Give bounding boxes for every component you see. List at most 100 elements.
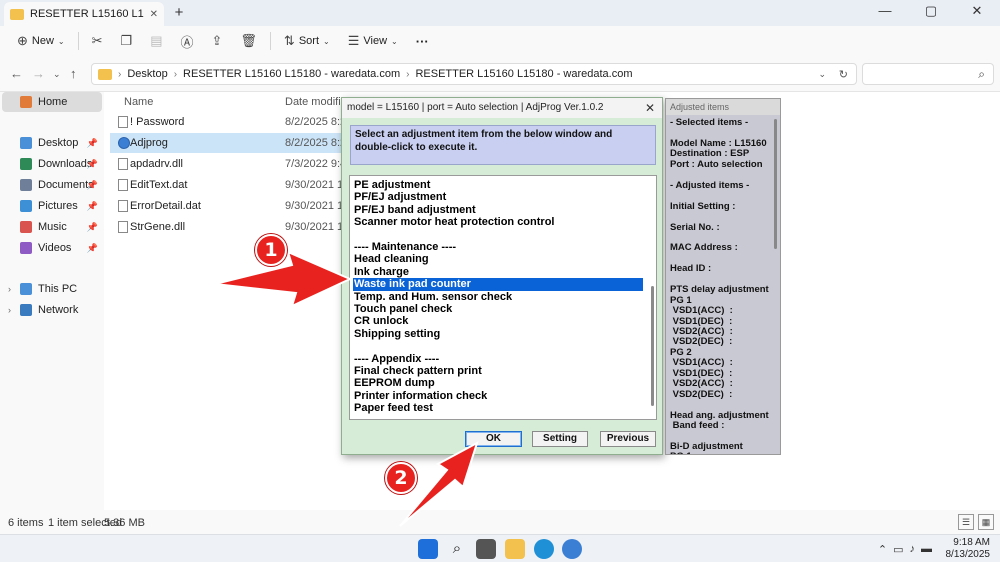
adjprog-taskbar-icon[interactable] <box>562 539 582 559</box>
delete-button[interactable]: 🗑 <box>231 28 266 54</box>
close-tab-icon[interactable]: ✕ <box>150 9 158 20</box>
view-button[interactable]: ☰ View ⌄ <box>339 28 407 54</box>
search-input[interactable]: ⌕ <box>862 63 994 85</box>
pictures-icon <box>20 200 32 212</box>
sidebar-item-label: Music <box>38 221 67 233</box>
start-icon[interactable] <box>418 539 438 559</box>
address-dropdown-icon[interactable]: ⌄ <box>818 69 826 80</box>
volume-icon[interactable]: ♪ <box>910 543 916 556</box>
cut-button[interactable]: ✂ <box>83 28 112 54</box>
explorer-tab[interactable]: RESETTER L15160 L15180 - war ✕ <box>4 2 164 26</box>
adjusted-items-scrollbar[interactable] <box>774 119 777 249</box>
list-scrollbar[interactable] <box>651 286 654 406</box>
forward-arrow-icon[interactable]: → <box>32 66 45 81</box>
sort-button[interactable]: ⇅ Sort ⌄ <box>275 28 339 54</box>
sidebar-item-desktop[interactable]: Desktop 📌 <box>0 133 104 153</box>
close-window-button[interactable]: ✕ <box>954 0 1000 26</box>
folder-icon <box>98 68 112 80</box>
chevron-right-icon[interactable]: › <box>8 305 11 315</box>
network-icon <box>20 304 32 316</box>
chevron-down-icon: ⌄ <box>323 36 330 46</box>
view-switcher: ☰ ▦ <box>958 514 994 530</box>
sidebar-item-videos[interactable]: Videos 📌 <box>0 238 104 258</box>
address-bar[interactable]: › Desktop › RESETTER L15160 L15180 - war… <box>91 63 857 85</box>
list-item[interactable]: Printer information check <box>353 390 643 403</box>
list-item[interactable]: ---- Maintenance ---- <box>353 241 643 254</box>
refresh-icon[interactable]: ↻ <box>839 68 848 81</box>
list-item[interactable]: Ink charge <box>353 266 643 279</box>
sidebar-item-music[interactable]: Music 📌 <box>0 217 104 237</box>
dialog-close-button[interactable]: ✕ <box>645 98 655 118</box>
list-item[interactable]: CR unlock <box>353 315 643 328</box>
sort-icon: ⇅ <box>283 33 295 48</box>
adjusted-line: - Adjusted items - <box>670 179 750 191</box>
clock-time: 9:18 AM <box>953 537 990 548</box>
edge-icon[interactable] <box>534 539 554 559</box>
maximize-button[interactable]: ▢ <box>908 0 954 26</box>
adjustment-item-list[interactable]: PE adjustment PF/EJ adjustment PF/EJ band … <box>349 175 657 420</box>
list-item[interactable]: Head cleaning <box>353 253 643 266</box>
paste-button[interactable]: ▤ <box>141 28 171 54</box>
list-item-selected[interactable]: Waste ink pad counter <box>353 278 643 291</box>
sidebar-item-pictures[interactable]: Pictures 📌 <box>0 196 104 216</box>
pin-icon: 📌 <box>86 200 98 211</box>
chevron-up-icon[interactable]: ⌃ <box>878 543 887 556</box>
breadcrumb-desktop[interactable]: Desktop <box>127 68 167 80</box>
details-view-icon[interactable]: ☰ <box>958 514 974 530</box>
list-item[interactable]: Paper feed test <box>353 402 643 415</box>
chevron-right-icon: › <box>118 68 122 80</box>
command-bar: ⊕ New ⌄ ✂ ❐ ▤ Ⓐ ⇪ 🗑 ⇅ Sort ⌄ ☰ View ⌄ ··… <box>0 26 1000 56</box>
sidebar-item-documents[interactable]: Documents 📌 <box>0 175 104 195</box>
ok-button[interactable]: OK <box>465 431 522 447</box>
breadcrumb-folder[interactable]: RESETTER L15160 L15180 - waredata.com <box>183 68 400 80</box>
list-item[interactable]: PF/EJ band adjustment <box>353 204 643 217</box>
new-button[interactable]: ⊕ New ⌄ <box>8 28 74 54</box>
list-item[interactable]: PF/EJ adjustment <box>353 191 643 204</box>
list-item[interactable]: Temp. and Hum. sensor check <box>353 291 643 304</box>
sidebar-item-home[interactable]: Home <box>2 92 102 112</box>
new-tab-button[interactable]: + <box>170 4 188 22</box>
sidebar-item-this-pc[interactable]: › This PC <box>0 279 104 299</box>
sidebar-item-downloads[interactable]: Downloads 📌 <box>0 154 104 174</box>
previous-button[interactable]: Previous <box>600 431 656 447</box>
more-options-button[interactable]: ··· <box>407 28 438 54</box>
list-item[interactable]: EEPROM dump <box>353 377 643 390</box>
list-item[interactable]: Touch panel check <box>353 303 643 316</box>
adjusted-line: Band feed : <box>670 420 725 432</box>
file-name: apdadrv.dll <box>130 158 183 170</box>
breadcrumb-subfolder[interactable]: RESETTER L15160 L15180 - waredata.com <box>415 68 632 80</box>
search-icon[interactable]: ⌕ <box>447 539 467 559</box>
battery-icon[interactable]: ▬ <box>921 543 932 556</box>
item-count: 6 items <box>8 517 44 529</box>
sidebar-item-label: Desktop <box>38 137 79 149</box>
rename-button[interactable]: Ⓐ <box>171 28 202 54</box>
list-item[interactable]: ---- Appendix ---- <box>353 353 643 366</box>
file-explorer-icon[interactable] <box>505 539 525 559</box>
pin-icon: 📌 <box>86 137 98 148</box>
adjusted-line: - Selected items - <box>670 117 749 128</box>
recent-chevron-icon[interactable]: ⌄ <box>53 69 61 80</box>
list-item[interactable]: PE adjustment <box>353 179 643 192</box>
clock[interactable]: 9:18 AM 8/13/2025 <box>946 537 991 561</box>
chevron-right-icon[interactable]: › <box>8 284 11 294</box>
copy-button[interactable]: ❐ <box>112 28 142 54</box>
back-arrow-icon[interactable]: ← <box>10 66 23 81</box>
up-arrow-icon[interactable]: ↑ <box>70 66 77 81</box>
display-icon[interactable]: ▭ <box>893 543 903 556</box>
list-item[interactable]: Scanner motor heat protection control <box>353 216 643 229</box>
sidebar-item-network[interactable]: › Network <box>0 300 104 320</box>
setting-button[interactable]: Setting <box>532 431 588 447</box>
tiles-view-icon[interactable]: ▦ <box>978 514 994 530</box>
window-controls: — ▢ ✕ <box>862 0 1000 26</box>
column-header-name[interactable]: Name <box>124 96 153 108</box>
minimize-button[interactable]: — <box>862 0 908 26</box>
file-name: ErrorDetail.dat <box>130 200 201 212</box>
folder-icon <box>10 8 24 20</box>
list-item[interactable]: Final check pattern print <box>353 365 643 378</box>
task-view-icon[interactable] <box>476 539 496 559</box>
list-item[interactable]: Shipping setting <box>353 328 643 341</box>
share-button[interactable]: ⇪ <box>203 28 232 54</box>
clock-date: 8/13/2025 <box>945 549 991 560</box>
list-item <box>353 229 643 242</box>
adjusted-items-title: Adjusted items <box>666 99 780 115</box>
